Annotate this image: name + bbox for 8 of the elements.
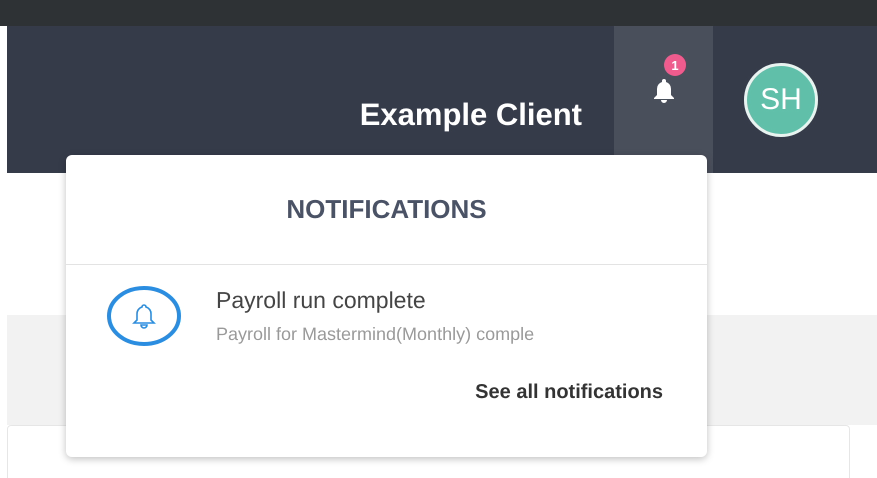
see-all-link[interactable]: See all notifications [475, 381, 663, 404]
client-name: Example Client [360, 96, 582, 132]
bell-icon [652, 78, 676, 104]
bell-icon [106, 285, 182, 347]
dropdown-title: NOTIFICATIONS [286, 194, 487, 225]
notification-description: Payroll for Mastermind(Monthly) comple [216, 324, 534, 345]
notification-count: 1 [664, 54, 686, 76]
notification-title[interactable]: Payroll run complete [216, 287, 534, 314]
